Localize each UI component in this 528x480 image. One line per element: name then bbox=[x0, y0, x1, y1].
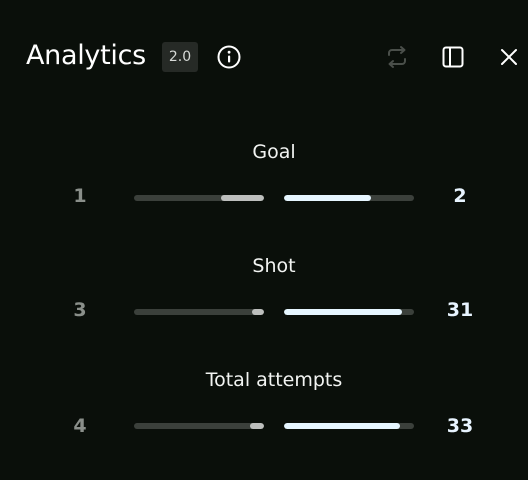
stat-left-bar-fill bbox=[221, 195, 264, 201]
panel-header: Analytics 2.0 bbox=[26, 36, 518, 76]
stat-right-bar bbox=[284, 423, 414, 429]
stat-right-value: 31 bbox=[446, 299, 474, 321]
stat-right-bar-fill bbox=[284, 309, 403, 315]
sidebar-toggle-icon bbox=[442, 46, 464, 68]
info-icon bbox=[217, 45, 241, 69]
swap-button[interactable] bbox=[382, 42, 412, 72]
stat-right-value: 2 bbox=[453, 185, 467, 207]
analytics-panel: Analytics 2.0 Goal 1 2 Shot 3 31 Total a… bbox=[0, 0, 528, 480]
stat-left-bar bbox=[134, 309, 264, 315]
stat-left-bar bbox=[134, 423, 264, 429]
stat-right-value: 33 bbox=[446, 415, 474, 437]
panel-title: Analytics bbox=[26, 40, 146, 71]
stat-right-bar-fill bbox=[284, 195, 372, 201]
stat-left-bar-fill bbox=[249, 423, 264, 429]
stat-right-bar bbox=[284, 195, 414, 201]
swap-icon bbox=[388, 46, 406, 68]
stat-right-bar-fill bbox=[284, 423, 400, 429]
version-badge: 2.0 bbox=[162, 42, 198, 72]
stat-label: Goal bbox=[252, 141, 296, 163]
stat-left-bar-fill bbox=[252, 309, 264, 315]
stat-label: Shot bbox=[252, 255, 296, 277]
stat-left-value: 4 bbox=[73, 415, 87, 437]
stat-label: Total attempts bbox=[205, 369, 343, 391]
close-icon bbox=[501, 49, 517, 65]
sidebar-toggle-button[interactable] bbox=[438, 42, 468, 72]
stat-left-bar bbox=[134, 195, 264, 201]
close-button[interactable] bbox=[494, 42, 524, 72]
stat-left-value: 1 bbox=[73, 185, 87, 207]
stat-right-bar bbox=[284, 309, 414, 315]
stat-left-value: 3 bbox=[73, 299, 87, 321]
info-button[interactable] bbox=[214, 42, 244, 72]
